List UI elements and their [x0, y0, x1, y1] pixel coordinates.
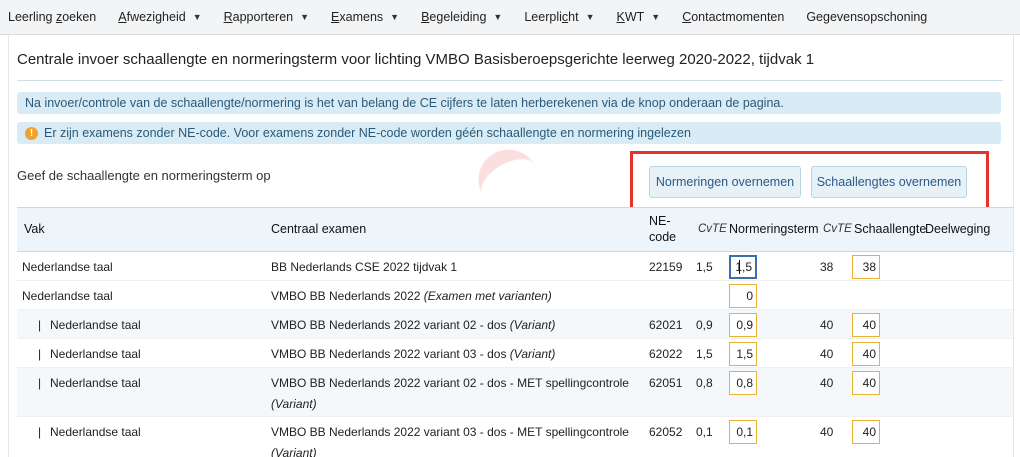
cell-centraal-examen: VMBO BB Nederlands 2022 (Examen met vari…: [271, 289, 552, 303]
cell-vak: Nederlandse taal: [50, 318, 141, 332]
cell-cvte-normering: 1,5: [696, 347, 713, 361]
table-row: | Nederlandse taal VMBO BB Nederlands 2022…: [17, 339, 1013, 368]
nav-contactmomenten[interactable]: Contactmomenten: [682, 10, 784, 24]
cell-vak: Nederlandse taal: [22, 260, 113, 274]
normeringsterm-input[interactable]: 0,8: [729, 371, 757, 395]
cell-cvte-schaal: 40: [820, 425, 834, 439]
nav-label: Begeleiding: [421, 10, 487, 24]
indent-marker: |: [38, 376, 42, 390]
normeringsterm-input[interactable]: 1,5: [729, 342, 757, 366]
nav-label: Leerling zoeken: [8, 10, 97, 24]
page-title: Centrale invoer schaallengte en normerin…: [17, 51, 815, 68]
header-vak: Vak: [24, 222, 45, 236]
cell-vak: Nederlandse taal: [50, 347, 141, 361]
cell-cvte-normering: 0,8: [696, 376, 713, 390]
cell-ne-code: 62052: [649, 425, 683, 439]
caret-down-icon: ▼: [585, 12, 595, 22]
cell-variant-label: (Variant): [271, 446, 317, 457]
caret-down-icon: ▼: [493, 12, 503, 22]
cell-vak: Nederlandse taal: [50, 376, 141, 390]
nav-leerling-zoeken[interactable]: Leerling zoeken: [8, 10, 96, 24]
schaallengtes-overnemen-button[interactable]: Schaallengtes overnemen: [811, 166, 967, 198]
normeringen-overnemen-button[interactable]: Normeringen overnemen: [649, 166, 801, 198]
header-schaallengte: Schaallengte: [854, 222, 927, 236]
table-row: | Nederlandse taal VMBO BB Nederlands 2022…: [17, 310, 1013, 339]
section-subheading: Geef de schaallengte en normeringsterm o…: [17, 168, 271, 183]
table-row: Nederlandse taal VMBO BB Nederlands 2022 …: [17, 281, 1013, 310]
caret-down-icon: ▼: [390, 12, 400, 22]
table-row: Nederlandse taal BB Nederlands CSE 2022 t…: [17, 252, 1013, 281]
nav-label: Examens: [331, 10, 384, 24]
cell-cvte-schaal: 40: [820, 347, 834, 361]
info-alert-text: Er zijn examens zonder NE-code. Voor exa…: [44, 126, 691, 140]
header-normeringsterm: Normeringsterm: [729, 222, 819, 236]
warning-icon: !: [25, 126, 38, 140]
schaallengte-input[interactable]: 40: [852, 313, 880, 337]
nav-examens[interactable]: Examens ▼: [331, 10, 399, 24]
schaallengte-input[interactable]: 40: [852, 342, 880, 366]
cell-cvte-normering: 1,5: [696, 260, 713, 274]
cell-cvte-normering: 0,1: [696, 425, 713, 439]
table-row: | Nederlandse taal VMBO BB Nederlands 2022…: [17, 417, 1013, 457]
caret-down-icon: ▼: [651, 12, 661, 22]
schaallengte-input[interactable]: 40: [852, 371, 880, 395]
header-deelweging: Deelweging: [925, 222, 991, 236]
watermark-shape: [467, 138, 547, 216]
normeringsterm-input[interactable]: 0,1: [729, 420, 757, 444]
nav-label: Contactmomenten: [682, 10, 785, 24]
header-cvte-schaal: CvTE: [823, 223, 852, 235]
nav-kwt[interactable]: KWT ▼: [616, 10, 660, 24]
info-alert-text: Na invoer/controle van de schaallengte/n…: [25, 96, 784, 110]
nav-label: Afwezigheid: [118, 10, 186, 24]
table-header: Vak Centraal examen NE- code CvTE Normer…: [17, 208, 1013, 252]
cell-vak: Nederlandse taal: [22, 289, 113, 303]
cell-centraal-examen: VMBO BB Nederlands 2022 variant 02 - dos…: [271, 318, 556, 332]
table-body: Nederlandse taal BB Nederlands CSE 2022 t…: [17, 252, 1013, 457]
cell-cvte-schaal: 38: [820, 260, 834, 274]
top-navigation: Leerling zoeken Afwezigheid ▼ Rapporteren ▼ E…: [0, 0, 1020, 35]
nav-label: KWT: [616, 10, 645, 24]
nav-begeleiding[interactable]: Begeleiding ▼: [421, 10, 502, 24]
header-ne-code-line2: code: [649, 230, 677, 244]
cell-cvte-normering: 0,9: [696, 318, 713, 332]
caret-down-icon: ▼: [192, 12, 202, 22]
normeringsterm-input[interactable]: 0,9: [729, 313, 757, 337]
schaallengte-input[interactable]: 38: [852, 255, 880, 279]
normeringsterm-input[interactable]: 1,5: [729, 255, 757, 279]
caret-down-icon: ▼: [300, 12, 310, 22]
nav-label: Gegevensopschoning: [806, 10, 928, 24]
cell-vak: Nederlandse taal: [50, 425, 141, 439]
cell-centraal-examen: BB Nederlands CSE 2022 tijdvak 1: [271, 260, 458, 274]
schaallengte-input[interactable]: 40: [852, 420, 880, 444]
header-centraal-examen: Centraal examen: [271, 222, 367, 236]
cell-centraal-examen: VMBO BB Nederlands 2022 variant 02 - dos…: [271, 376, 629, 390]
cell-centraal-examen: VMBO BB Nederlands 2022 variant 03 - dos…: [271, 347, 556, 361]
indent-marker: |: [38, 318, 42, 332]
nav-afwezigheid[interactable]: Afwezigheid ▼: [118, 10, 201, 24]
nav-label: Leerplicht: [524, 10, 579, 24]
cell-ne-code: 62021: [649, 318, 683, 332]
nav-label: Rapporteren: [223, 10, 294, 24]
main-content: Centrale invoer schaallengte en normerin…: [8, 35, 1014, 457]
cell-ne-code: 62022: [649, 347, 683, 361]
cell-cvte-schaal: 40: [820, 318, 834, 332]
indent-marker: |: [38, 347, 42, 361]
info-alert-recalculate: Na invoer/controle van de schaallengte/n…: [17, 92, 1001, 114]
indent-marker: |: [38, 425, 42, 439]
nav-leerplicht[interactable]: Leerplicht ▼: [524, 10, 594, 24]
info-alert-ne-code: ! Er zijn examens zonder NE-code. Voor e…: [17, 122, 1001, 144]
cell-variant-label: (Variant): [271, 397, 317, 411]
title-divider: [17, 80, 1003, 81]
nav-gegevensopschoning[interactable]: Gegevensopschoning: [806, 10, 927, 24]
table-row: | Nederlandse taal VMBO BB Nederlands 2022…: [17, 368, 1013, 417]
nav-rapporteren[interactable]: Rapporteren ▼: [224, 10, 309, 24]
cell-ne-code: 22159: [649, 260, 683, 274]
cell-cvte-schaal: 40: [820, 376, 834, 390]
cell-ne-code: 62051: [649, 376, 683, 390]
cell-centraal-examen: VMBO BB Nederlands 2022 variant 03 - dos…: [271, 425, 629, 439]
exam-table: Vak Centraal examen NE- code CvTE Normer…: [17, 207, 1013, 457]
header-ne-code-line1: NE-: [649, 214, 671, 228]
normeringsterm-input[interactable]: 0: [729, 284, 757, 308]
header-cvte-normering: CvTE: [698, 223, 727, 235]
